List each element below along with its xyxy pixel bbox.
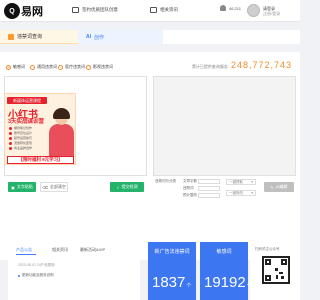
instructor-photo [47,108,75,156]
news-icon [150,7,157,13]
stat-label: 新广告法违禁词 [154,249,190,255]
document-icon [72,7,79,13]
tab-bar: 违禁词查询 AI 创作 [0,30,300,44]
active-tab-indicator [16,254,36,255]
ad-point: 爆款笔记创作 [9,126,32,130]
course-ad-banner[interactable]: 新媒体运营课程 小红书 3天实战课训营 爆款笔记创作 账号定位设计 起号运营技巧… [4,93,76,165]
mode-radio-sensitive[interactable]: 敏感词 [6,64,25,70]
fix-count-field [198,193,220,198]
user-info[interactable]: 请登录 注册/登录 [263,6,280,16]
avatar[interactable] [247,4,260,17]
ad-point: 流量转化变现 [9,141,32,145]
clear-all-button[interactable]: ⌫ 全部清空 [40,182,68,192]
chevron-down-icon: ▾ [251,180,253,184]
radio-label: 医疗违禁词 [65,64,85,69]
wordcount-field [198,179,220,184]
tab-ai-create[interactable]: AI 创作 [78,30,163,44]
nav-label: 相关资讯 [160,7,178,12]
check-icon [9,146,12,150]
user-count-chip: 46,211 [220,5,241,11]
user-count: 46,211 [229,5,241,11]
field-label-wordcount: 文章字数 [183,179,197,183]
submit-check-button[interactable]: ✓ 提交检测 [110,182,144,192]
ad-point: 起号运营技巧 [9,136,32,140]
ad-point: 账号定位设计 [9,131,32,135]
tab-label: 违禁词查询 [17,34,43,40]
search-doc-icon [8,33,14,40]
notice-date: 2023-08-01 24产品更新 [18,263,55,267]
nav-label: 签约优质团队创意 [82,7,118,12]
notice-item[interactable]: 更新功能及服务说明 [18,273,54,278]
check-result-label: 违规词与分类 [155,179,176,183]
stat-value: 1837个 [152,274,192,291]
edit-icon: ✎ [270,184,274,190]
paste-text-button[interactable]: ▣ 文字粘贴 [8,182,36,192]
check-icon [9,126,12,130]
paste-icon: ▣ [11,184,15,190]
qr-label: 扫码关注公众号 [255,247,280,251]
result-preview-area [153,76,296,176]
nav-item-team[interactable]: 签约优质团队创意 [72,7,118,13]
field-label-fix: 预计整改 [183,193,197,197]
site-logo[interactable]: Q 易网 [4,3,43,19]
qr-code-icon [262,256,290,284]
radio-icon [58,64,63,70]
stat-sensitive-words: 敏感词 19192个 [200,242,252,300]
modify-select[interactable]: 一键修改 ▾ [226,190,256,196]
field-label-banned: 违禁词 [183,186,194,190]
ai-icon: AI [86,34,91,40]
bullet-icon [18,274,20,277]
radio-label: 影视违禁词 [93,64,113,69]
ai-edit-button[interactable]: ✎ AI编辑 [264,182,294,192]
tab-news[interactable]: 相关资讯 [52,247,68,253]
ad-cta-button[interactable]: 【限时福利 9元学习】 [7,156,74,164]
ad-subtitle: 3天实战课训营 [8,119,45,125]
trash-icon: ⌫ [42,184,48,190]
service-counter: 累计已提供查询服务 248,772,743 [192,60,292,70]
submit-icon: ✓ [116,184,120,190]
check-icon [9,136,12,140]
logo-mark: Q [4,3,20,19]
radio-label: 通用违禁词 [37,64,57,69]
stat-ad-law-words: 新广告法违禁词 1837个 [148,242,196,300]
radio-icon [30,64,35,70]
mode-radio-general[interactable]: 通用违禁词 [30,64,57,70]
radio-checked-icon [6,64,11,70]
check-icon [9,141,12,145]
banned-count-field [198,186,220,191]
counter-label: 累计已提供查询服务 [191,64,228,69]
user-sub: 注册/登录 [263,11,281,16]
tab-label: 创作 [94,34,105,41]
tab-activity-vip[interactable]: 最新活动&VIP [80,247,105,253]
stat-label: 敏感词 [216,249,232,255]
radio-label: 敏感词 [13,64,25,69]
radio-icon [86,64,91,70]
check-icon [9,131,12,135]
bell-icon[interactable] [220,5,226,11]
tab-product-notice[interactable]: 产品公告 [16,247,32,253]
ad-point: 商业品牌合作 [9,146,32,150]
extract-select[interactable]: 一键提取 ▾ [226,179,256,185]
mode-radio-medical[interactable]: 医疗违禁词 [58,64,85,70]
logo-text: 易网 [21,6,43,18]
nav-item-news[interactable]: 相关资讯 [150,7,178,13]
ad-badge: 新媒体运营课程 [7,97,47,104]
chevron-down-icon: ▾ [251,191,253,195]
mode-radio-film[interactable]: 影视违禁词 [86,64,113,70]
counter-value: 248,772,743 [230,60,292,70]
stat-value: 19192个 [204,274,252,291]
